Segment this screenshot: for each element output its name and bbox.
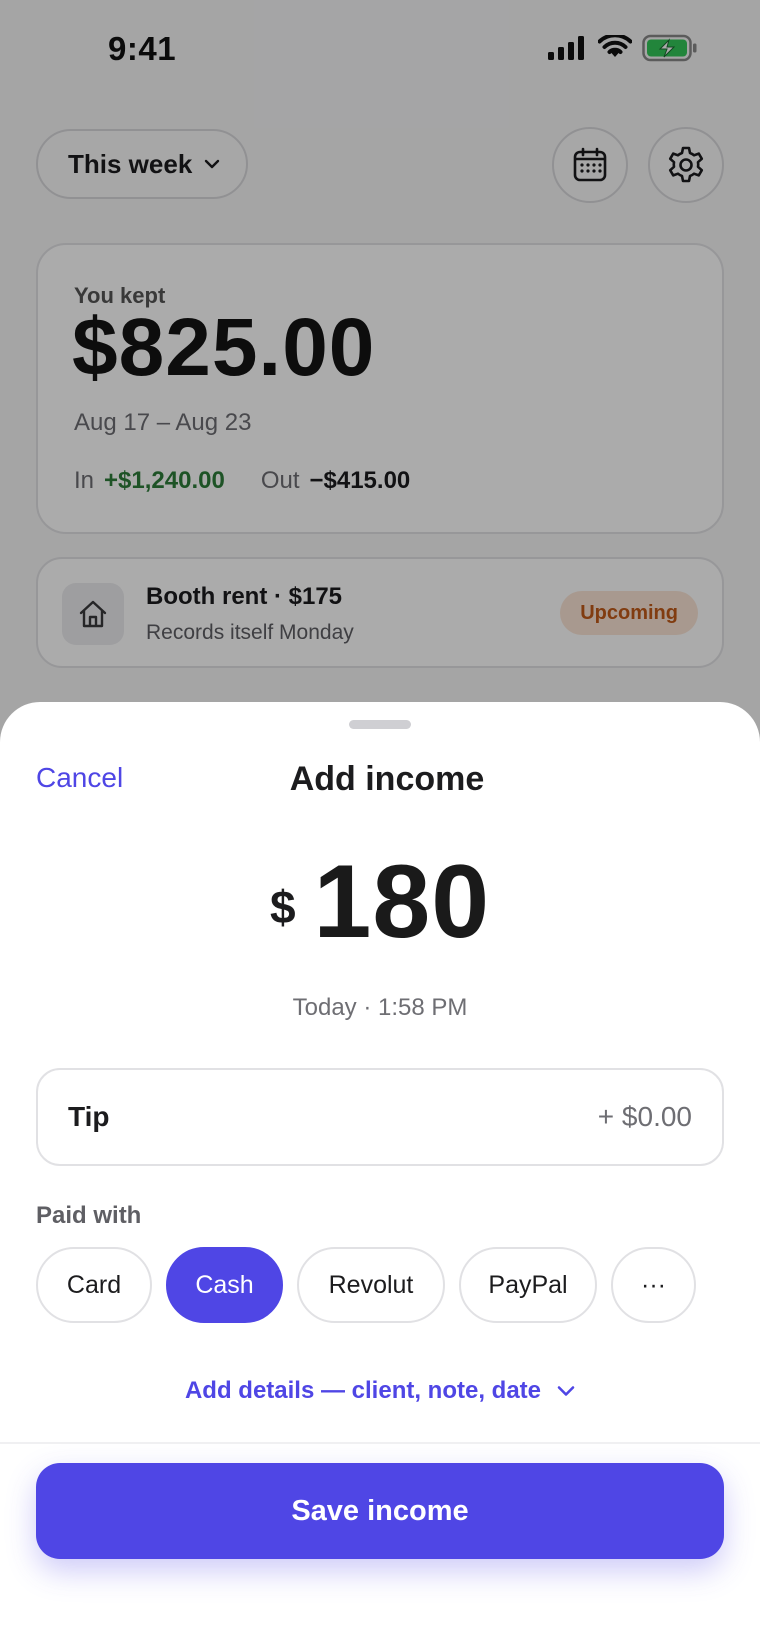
sheet-grabber[interactable]: [349, 720, 411, 729]
divider: [0, 1442, 760, 1444]
payment-chip-cash[interactable]: Cash: [166, 1247, 283, 1323]
tip-field[interactable]: Tip + $0.00: [36, 1068, 724, 1166]
amount-value: 180: [313, 844, 491, 960]
timestamp[interactable]: Today · 1:58 PM: [0, 994, 760, 1022]
currency-symbol: $: [269, 881, 296, 933]
add-details-toggle[interactable]: Add details — client, note, date: [0, 1377, 760, 1405]
payment-chip-card[interactable]: Card: [36, 1247, 152, 1323]
chevron-down-icon: [557, 1386, 575, 1396]
payment-chip-revolut[interactable]: Revolut: [297, 1247, 445, 1323]
add-income-sheet: Add income Cancel $ 180 Today · 1:58 PM …: [0, 702, 760, 1647]
save-income-button[interactable]: Save income: [36, 1463, 724, 1559]
payment-chip-paypal[interactable]: PayPal: [459, 1247, 597, 1323]
amount-display[interactable]: $ 180: [0, 850, 760, 954]
tip-label: Tip: [68, 1101, 110, 1132]
tip-value: + $0.00: [597, 1101, 692, 1132]
paid-with-label: Paid with: [36, 1202, 142, 1229]
add-details-label: Add details — client, note, date: [184, 1377, 542, 1404]
payment-chip-more[interactable]: ···: [611, 1247, 696, 1323]
cancel-button[interactable]: Cancel: [36, 762, 123, 794]
